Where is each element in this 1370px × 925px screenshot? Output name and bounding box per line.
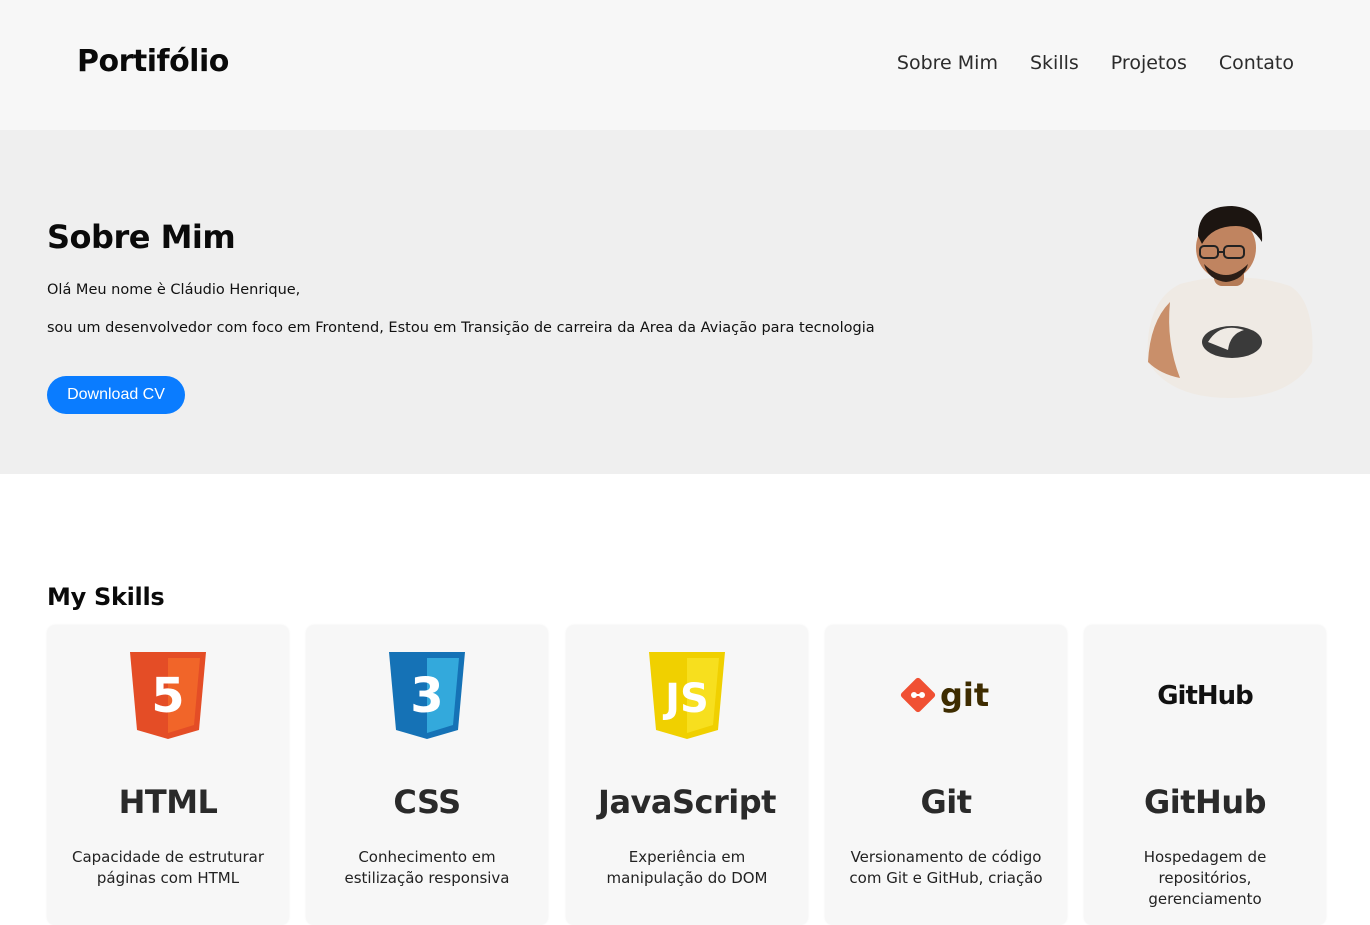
skill-title: Git — [920, 783, 972, 821]
css3-logo-icon: 3 — [306, 649, 548, 741]
svg-text:JS: JS — [662, 676, 709, 722]
skill-card-javascript: JS JavaScript Experiência em manipulação… — [566, 625, 808, 925]
download-cv-button[interactable]: Download CV — [47, 376, 185, 414]
profile-avatar — [1147, 206, 1313, 398]
svg-text:git: git — [940, 676, 989, 714]
svg-text:5: 5 — [151, 668, 184, 724]
nav-link-contato[interactable]: Contato — [1219, 52, 1294, 74]
github-logo-icon: GitHub — [1084, 649, 1326, 741]
about-description: sou um desenvolvedor com foco em Fronten… — [47, 320, 875, 336]
svg-text:GitHub: GitHub — [1157, 681, 1253, 711]
git-logo-icon: git — [825, 649, 1067, 741]
skill-card-git: git Git Versionamento de código com Git … — [825, 625, 1067, 925]
site-logo[interactable]: Portifólio — [77, 44, 229, 79]
site-header: Portifólio Sobre Mim Skills Projetos Con… — [0, 0, 1370, 130]
skill-card-css: 3 CSS Conhecimento em estilização respon… — [306, 625, 548, 925]
main-nav: Sobre Mim Skills Projetos Contato — [897, 52, 1294, 74]
svg-text:3: 3 — [410, 668, 443, 724]
skill-card-github: GitHub GitHub Hospedagem de repositórios… — [1084, 625, 1326, 925]
nav-link-projetos[interactable]: Projetos — [1111, 52, 1187, 74]
skill-title: GitHub — [1144, 783, 1267, 821]
skill-title: JavaScript — [598, 783, 776, 821]
html5-logo-icon: 5 — [47, 649, 289, 741]
nav-link-skills[interactable]: Skills — [1030, 52, 1079, 74]
skill-card-html: 5 HTML Capacidade de estruturar páginas … — [47, 625, 289, 925]
skill-title: CSS — [393, 783, 461, 821]
nav-link-sobre-mim[interactable]: Sobre Mim — [897, 52, 998, 74]
js-logo-icon: JS — [566, 649, 808, 741]
about-intro: Olá Meu nome è Cláudio Henrique, — [47, 282, 301, 298]
about-section: Sobre Mim Olá Meu nome è Cláudio Henriqu… — [0, 130, 1370, 474]
skills-title: My Skills — [47, 583, 165, 611]
skill-description: Hospedagem de repositórios, gerenciament… — [1143, 848, 1267, 908]
about-title: Sobre Mim — [47, 218, 236, 256]
skill-title: HTML — [118, 783, 218, 821]
